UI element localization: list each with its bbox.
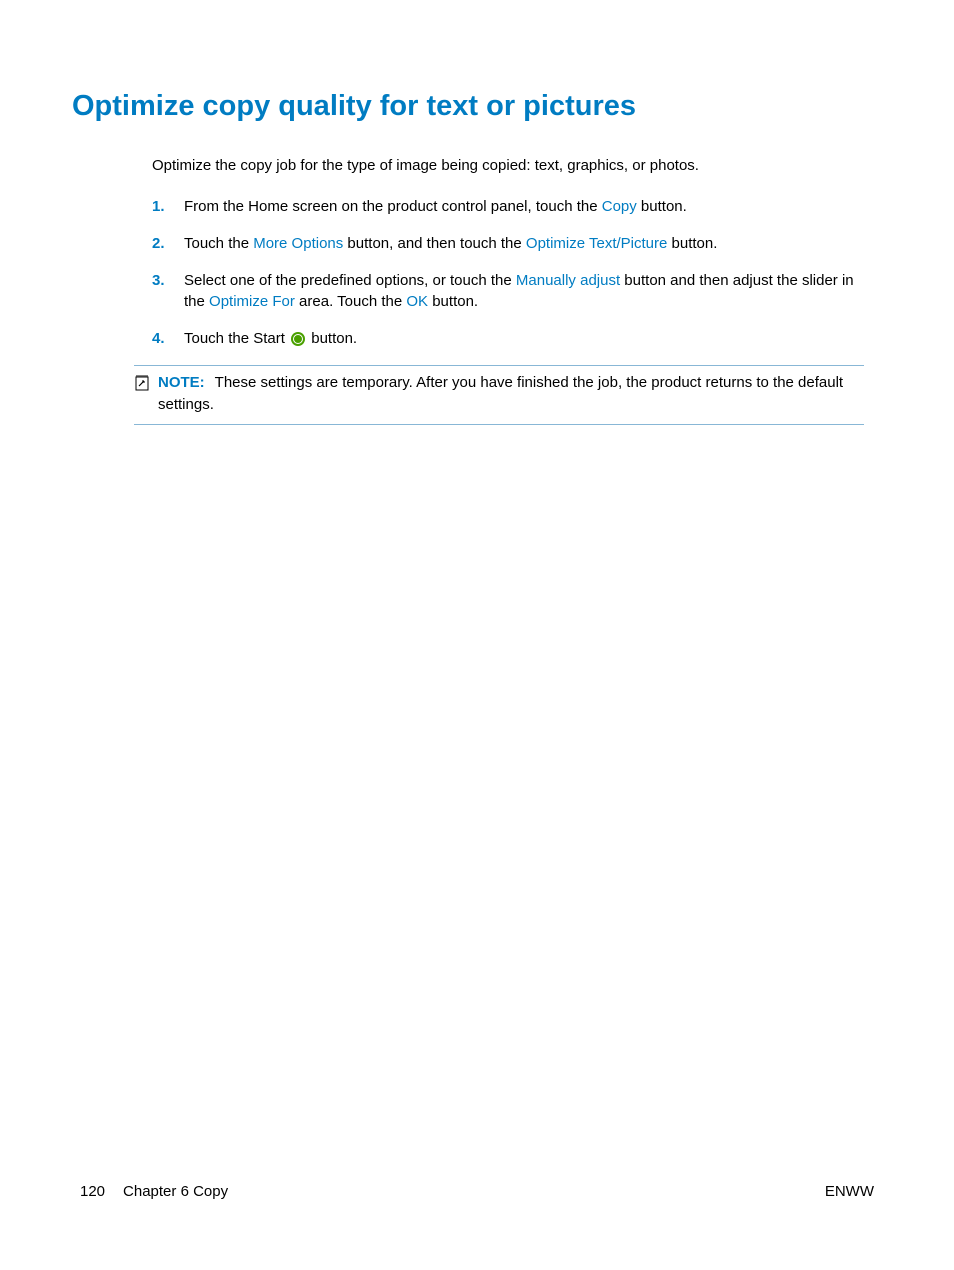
step-item: 4.Touch the Start button.: [152, 328, 874, 349]
ui-term: OK: [406, 293, 428, 310]
step-number: 3.: [152, 270, 184, 312]
step-item: 3.Select one of the predefined options, …: [152, 270, 874, 312]
ui-term: Manually adjust: [516, 272, 620, 289]
footer-right: ENWW: [825, 1183, 874, 1200]
note-text: These settings are temporary. After you …: [158, 374, 843, 413]
step-text: Touch the Start button.: [184, 328, 874, 349]
page-footer: 120 Chapter 6 Copy ENWW: [80, 1183, 874, 1200]
page-number: 120: [80, 1183, 105, 1200]
start-icon: [291, 332, 305, 346]
ui-term: More Options: [253, 235, 343, 252]
step-item: 1.From the Home screen on the product co…: [152, 196, 874, 217]
chapter-label: Chapter 6 Copy: [123, 1183, 228, 1200]
ui-term: Optimize For: [209, 293, 295, 310]
step-text: From the Home screen on the product cont…: [184, 196, 874, 217]
ui-term: Copy: [602, 198, 637, 215]
step-number: 2.: [152, 233, 184, 254]
page-title: Optimize copy quality for text or pictur…: [72, 90, 874, 123]
step-item: 2.Touch the More Options button, and the…: [152, 233, 874, 254]
step-list: 1.From the Home screen on the product co…: [152, 196, 874, 349]
step-text: Select one of the predefined options, or…: [184, 270, 874, 312]
note-icon: [134, 372, 156, 416]
footer-left: 120 Chapter 6 Copy: [80, 1183, 228, 1200]
step-number: 1.: [152, 196, 184, 217]
note-content: NOTE:These settings are temporary. After…: [158, 372, 864, 416]
step-number: 4.: [152, 328, 184, 349]
note-label: NOTE:: [158, 374, 205, 391]
ui-term: Optimize Text/Picture: [526, 235, 667, 252]
intro-text: Optimize the copy job for the type of im…: [152, 155, 874, 176]
step-text: Touch the More Options button, and then …: [184, 233, 874, 254]
note-block: NOTE:These settings are temporary. After…: [134, 365, 864, 425]
